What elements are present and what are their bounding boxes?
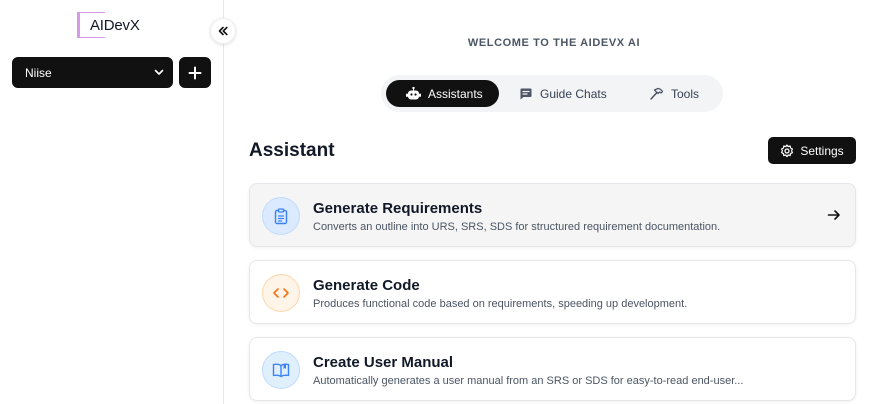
card-icon-wrap [262, 274, 300, 312]
tab-tools-label: Tools [671, 86, 700, 101]
card-description: Automatically generates a user manual fr… [313, 375, 744, 387]
tab-bar: Assistants Guide Chats Tools [381, 75, 723, 112]
card-description: Converts an outline into URS, SRS, SDS f… [313, 221, 721, 233]
tab-guide-chats[interactable]: Guide Chats [519, 80, 619, 107]
code-icon [273, 288, 289, 298]
tab-guide-chats-label: Guide Chats [540, 86, 607, 101]
logo[interactable]: AIDevX [77, 12, 140, 40]
hammer-icon [650, 87, 664, 100]
card-icon-wrap [262, 197, 300, 235]
arrow-right-icon [827, 210, 840, 220]
welcome-heading: WELCOME TO THE AIDEVX AI [467, 37, 641, 49]
chevron-down-icon [154, 69, 164, 75]
double-chevron-left-icon [218, 26, 228, 36]
chat-icon [520, 88, 532, 99]
card-title: Create User Manual [313, 354, 454, 371]
tab-assistants[interactable]: Assistants [386, 80, 499, 107]
assistant-card-generate-requirements[interactable]: Generate Requirements Converts an outlin… [249, 183, 856, 247]
add-project-button[interactable] [179, 57, 211, 88]
app-root: AIDevX Niise WELCOME TO THE AIDEVX AI As… [0, 0, 871, 404]
card-title: Generate Requirements [313, 200, 483, 217]
tab-assistants-label: Assistants [428, 86, 483, 101]
tab-tools[interactable]: Tools [649, 80, 709, 107]
card-title: Generate Code [313, 277, 420, 294]
section-title: Assistant [249, 140, 335, 161]
gear-icon [781, 143, 794, 157]
logo-text: AIDevX [90, 17, 140, 34]
plus-icon [188, 66, 202, 79]
settings-label: Settings [800, 143, 844, 158]
sidebar: AIDevX Niise [0, 0, 224, 404]
card-description: Produces functional code based on requir… [313, 298, 688, 310]
main-content: WELCOME TO THE AIDEVX AI Assistants Guid… [224, 0, 871, 404]
robot-icon [406, 86, 421, 99]
book-icon [272, 363, 290, 378]
clipboard-icon [274, 207, 288, 224]
settings-button[interactable]: Settings [768, 137, 856, 164]
project-select-value: Niise [25, 65, 52, 80]
card-icon-wrap [262, 351, 300, 389]
collapse-sidebar-button[interactable] [210, 18, 236, 44]
assistant-card-create-user-manual[interactable]: Create User Manual Automatically generat… [249, 337, 856, 401]
project-select[interactable]: Niise [12, 57, 173, 88]
assistant-card-generate-code[interactable]: Generate Code Produces functional code b… [249, 260, 856, 324]
